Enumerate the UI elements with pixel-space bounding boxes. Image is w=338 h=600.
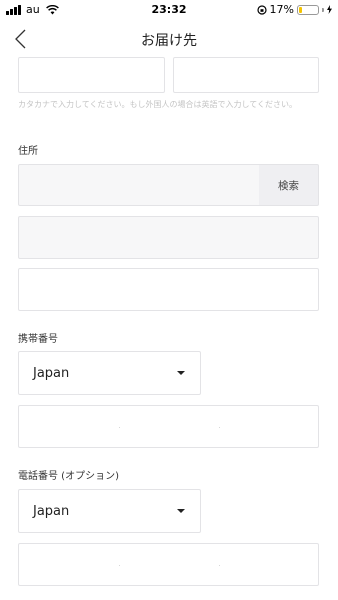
- postal-code-input[interactable]: [18, 164, 260, 206]
- search-button[interactable]: 検索: [259, 164, 319, 206]
- name-field-second[interactable]: [173, 57, 319, 93]
- mobile-country-select[interactable]: Japan: [18, 351, 201, 395]
- orientation-lock-icon: [256, 4, 267, 15]
- mobile-label: 携帯番号: [18, 334, 58, 345]
- battery-icon: [297, 4, 319, 15]
- phone-label: 電話番号 (オプション): [18, 471, 119, 482]
- address-line1-input[interactable]: [18, 216, 319, 259]
- field-dot: [219, 565, 220, 566]
- field-dot: [219, 427, 220, 428]
- battery-percent: 17%: [269, 3, 294, 16]
- battery-level: [299, 6, 302, 13]
- battery-nub: [322, 7, 324, 12]
- charging-icon: [327, 5, 332, 14]
- caret-down-icon: [177, 371, 185, 375]
- status-right: 17%: [256, 3, 332, 16]
- phone-country-value: Japan: [33, 504, 70, 519]
- page-title: お届け先: [141, 33, 197, 49]
- mobile-country-value: Japan: [33, 366, 70, 381]
- name-field-first[interactable]: [18, 57, 165, 93]
- address-label: 住所: [18, 146, 38, 157]
- address-line2-input[interactable]: [18, 268, 319, 311]
- nav-bar: お届け先: [0, 20, 338, 58]
- field-dot: [119, 565, 120, 566]
- phone-country-select[interactable]: Japan: [18, 489, 201, 533]
- helper-text: カタカナで入力してください。もし外国人の場合は英語で入力してください。: [18, 100, 298, 109]
- mobile-number-input[interactable]: [18, 405, 319, 448]
- phone-number-input[interactable]: [18, 543, 319, 586]
- field-dot: [119, 427, 120, 428]
- status-bar: au 23:32 17%: [0, 0, 338, 20]
- caret-down-icon: [177, 509, 185, 513]
